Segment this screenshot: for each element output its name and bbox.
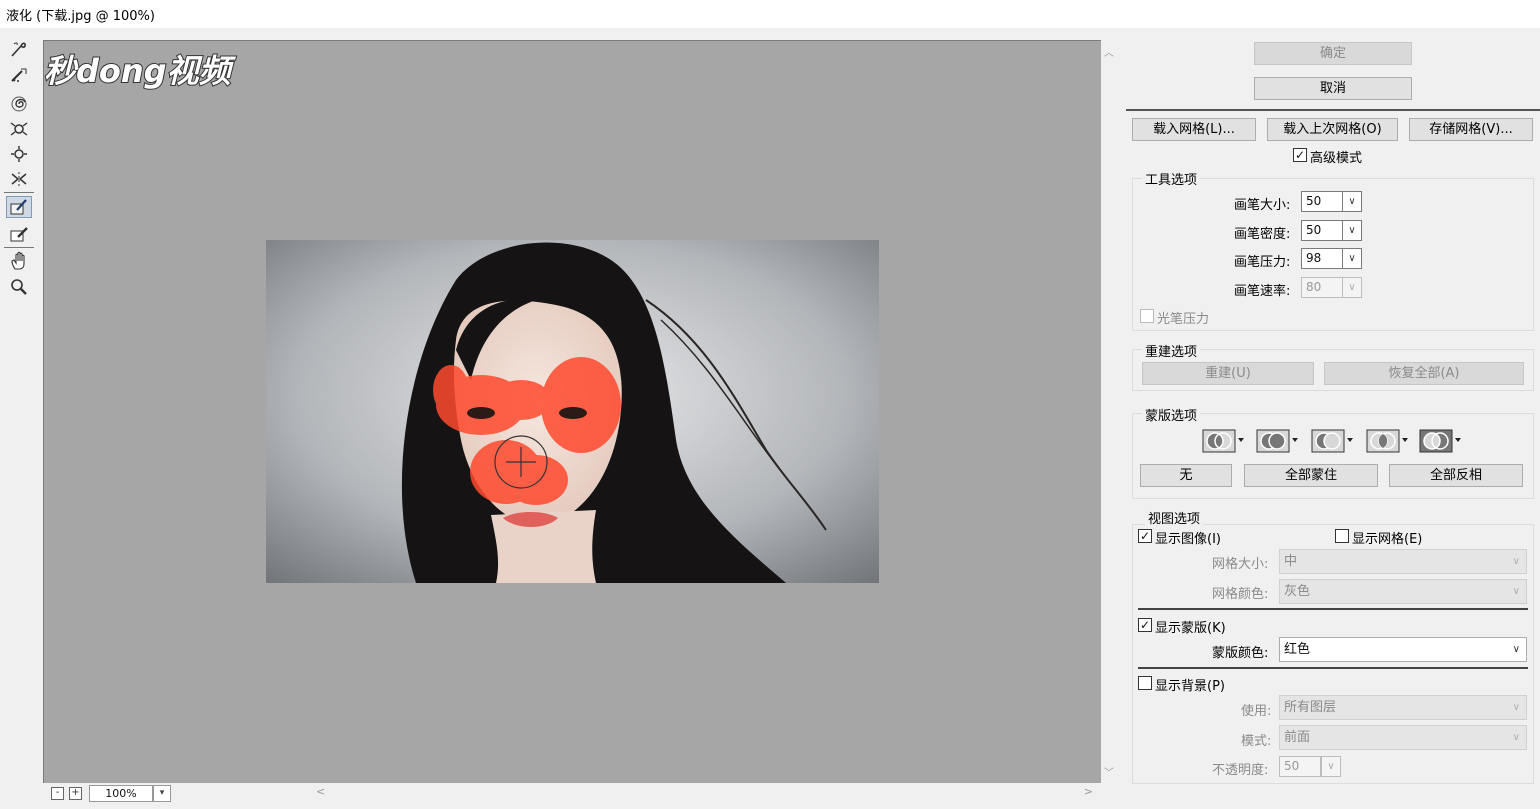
mesh-size-value: 中 [1284,554,1298,569]
pucker-icon[interactable] [6,118,32,140]
mode-value: 前面 [1284,730,1311,745]
chevron-down-icon: ∨ [1512,556,1520,567]
freeze-mask-icon[interactable] [6,196,32,218]
scroll-left-icon[interactable]: < [316,785,325,798]
brush-density-field[interactable]: 50 [1301,220,1343,241]
load-mesh-button[interactable]: 载入网格(L)... [1132,118,1256,141]
replace-selection-icon[interactable] [1202,429,1246,453]
mesh-color-label: 网格颜色: [1212,587,1269,602]
brush-rate-dropdown-icon: ∨ [1342,277,1362,298]
add-to-selection-icon[interactable] [1256,429,1300,453]
zoom-in-button[interactable]: + [69,787,82,800]
chevron-down-icon: ∨ [1512,586,1520,597]
advanced-mode-checkbox[interactable]: ✓ [1293,148,1307,162]
view-options-label: 视图选项 [1145,508,1204,527]
options-panel: 确定 取消 载入网格(L)... 载入上次网格(O) 存储网格(V)... ✓ … [1124,36,1540,809]
chevron-down-icon: ∨ [1512,732,1520,743]
reconstruct-options-label: 重建选项 [1142,341,1201,360]
show-backdrop-label: 显示背景(P) [1155,679,1225,694]
zoom-out-button[interactable]: - [51,787,64,800]
use-select: 所有图层 ∨ [1279,695,1527,720]
invert-all-button[interactable]: 全部反相 [1389,464,1523,487]
show-mesh-checkbox[interactable] [1335,529,1349,543]
vertical-scrollbar[interactable]: ︿ ﹀ [1101,40,1118,783]
brush-pressure-dropdown-icon[interactable]: ∨ [1342,248,1362,269]
zoom-field[interactable]: 100% [89,785,153,802]
brush-size-dropdown-icon[interactable]: ∨ [1342,191,1362,212]
advanced-mode-label: 高级模式 [1310,151,1363,166]
mask-all-button[interactable]: 全部蒙住 [1244,464,1378,487]
mask-color-label: 蒙版颜色: [1212,646,1269,661]
load-last-mesh-button[interactable]: 载入上次网格(O) [1267,118,1398,141]
scroll-right-icon[interactable]: > [1084,785,1093,798]
mesh-size-select: 中 ∨ [1279,549,1527,574]
zoom-dropdown-icon[interactable]: ▾ [153,785,171,802]
chevron-down-icon: ∨ [1512,702,1520,713]
brush-rate-label: 画笔速率: [1234,284,1291,299]
svg-text:秒dong视频: 秒dong视频 [44,52,237,90]
mesh-color-select: 灰色 ∨ [1279,579,1527,604]
scroll-down-icon[interactable]: ﹀ [1104,764,1114,779]
opacity-label: 不透明度: [1212,763,1269,778]
use-value: 所有图层 [1284,700,1337,715]
stylus-pressure-checkbox [1140,309,1154,323]
show-backdrop-checkbox[interactable] [1138,676,1152,690]
mesh-size-label: 网格大小: [1212,557,1269,572]
watermark-logo: 秒dong视频 [40,44,272,96]
mode-label: 模式: [1241,734,1272,749]
stylus-pressure-label: 光笔压力 [1157,312,1210,327]
ok-button[interactable]: 确定 [1254,42,1412,65]
tool-options-label: 工具选项 [1142,169,1201,188]
brush-density-label: 画笔密度: [1234,227,1291,242]
forward-warp-icon[interactable] [6,38,32,60]
mask-none-button[interactable]: 无 [1140,464,1232,487]
show-mask-checkbox[interactable]: ✓ [1138,618,1152,632]
tool-strip [0,36,40,336]
reconstruct-icon[interactable] [6,64,32,86]
horizontal-scrollbar[interactable]: < > [312,784,1101,801]
zoom-controls: - + 100% ▾ [43,784,311,804]
thaw-mask-icon[interactable] [6,223,32,245]
show-image-checkbox[interactable]: ✓ [1138,529,1152,543]
mask-color-select[interactable]: 红色 ∨ [1279,637,1527,662]
cancel-button[interactable]: 取消 [1254,77,1412,100]
scroll-up-icon[interactable]: ︿ [1104,44,1114,59]
subtract-from-selection-icon[interactable] [1311,429,1355,453]
hand-icon[interactable] [6,250,32,272]
window-title: 液化 (下载.jpg @ 100%) [6,9,155,24]
brush-rate-field: 80 [1301,277,1343,298]
zoom-icon[interactable] [6,276,32,298]
opacity-field: 50 [1279,756,1321,777]
opacity-dropdown-icon: ∨ [1321,756,1341,777]
mask-color-value: 红色 [1284,642,1311,657]
brush-density-dropdown-icon[interactable]: ∨ [1342,220,1362,241]
twirl-icon[interactable] [6,93,32,115]
image-preview[interactable] [266,240,879,583]
restore-all-button[interactable]: 恢复全部(A) [1324,362,1524,385]
intersect-selection-icon[interactable] [1366,429,1410,453]
chevron-down-icon: ∨ [1512,644,1520,655]
brush-size-field[interactable]: 50 [1301,191,1343,212]
brush-pressure-label: 画笔压力: [1234,255,1291,270]
reconstruct-button[interactable]: 重建(U) [1142,362,1314,385]
brush-size-label: 画笔大小: [1234,198,1291,213]
invert-selection-icon[interactable] [1419,429,1463,453]
show-image-label: 显示图像(I) [1155,532,1221,547]
mode-select: 前面 ∨ [1279,725,1527,750]
show-mesh-label: 显示网格(E) [1352,532,1423,547]
brush-pressure-field[interactable]: 98 [1301,248,1343,269]
mesh-color-value: 灰色 [1284,584,1311,599]
use-label: 使用: [1241,704,1272,719]
title-bar: 液化 (下载.jpg @ 100%) [0,0,1540,28]
push-left-icon[interactable] [6,168,32,190]
mask-options-label: 蒙版选项 [1142,405,1201,424]
bloat-icon[interactable] [6,143,32,165]
save-mesh-button[interactable]: 存储网格(V)... [1409,118,1533,141]
show-mask-label: 显示蒙版(K) [1155,621,1226,636]
